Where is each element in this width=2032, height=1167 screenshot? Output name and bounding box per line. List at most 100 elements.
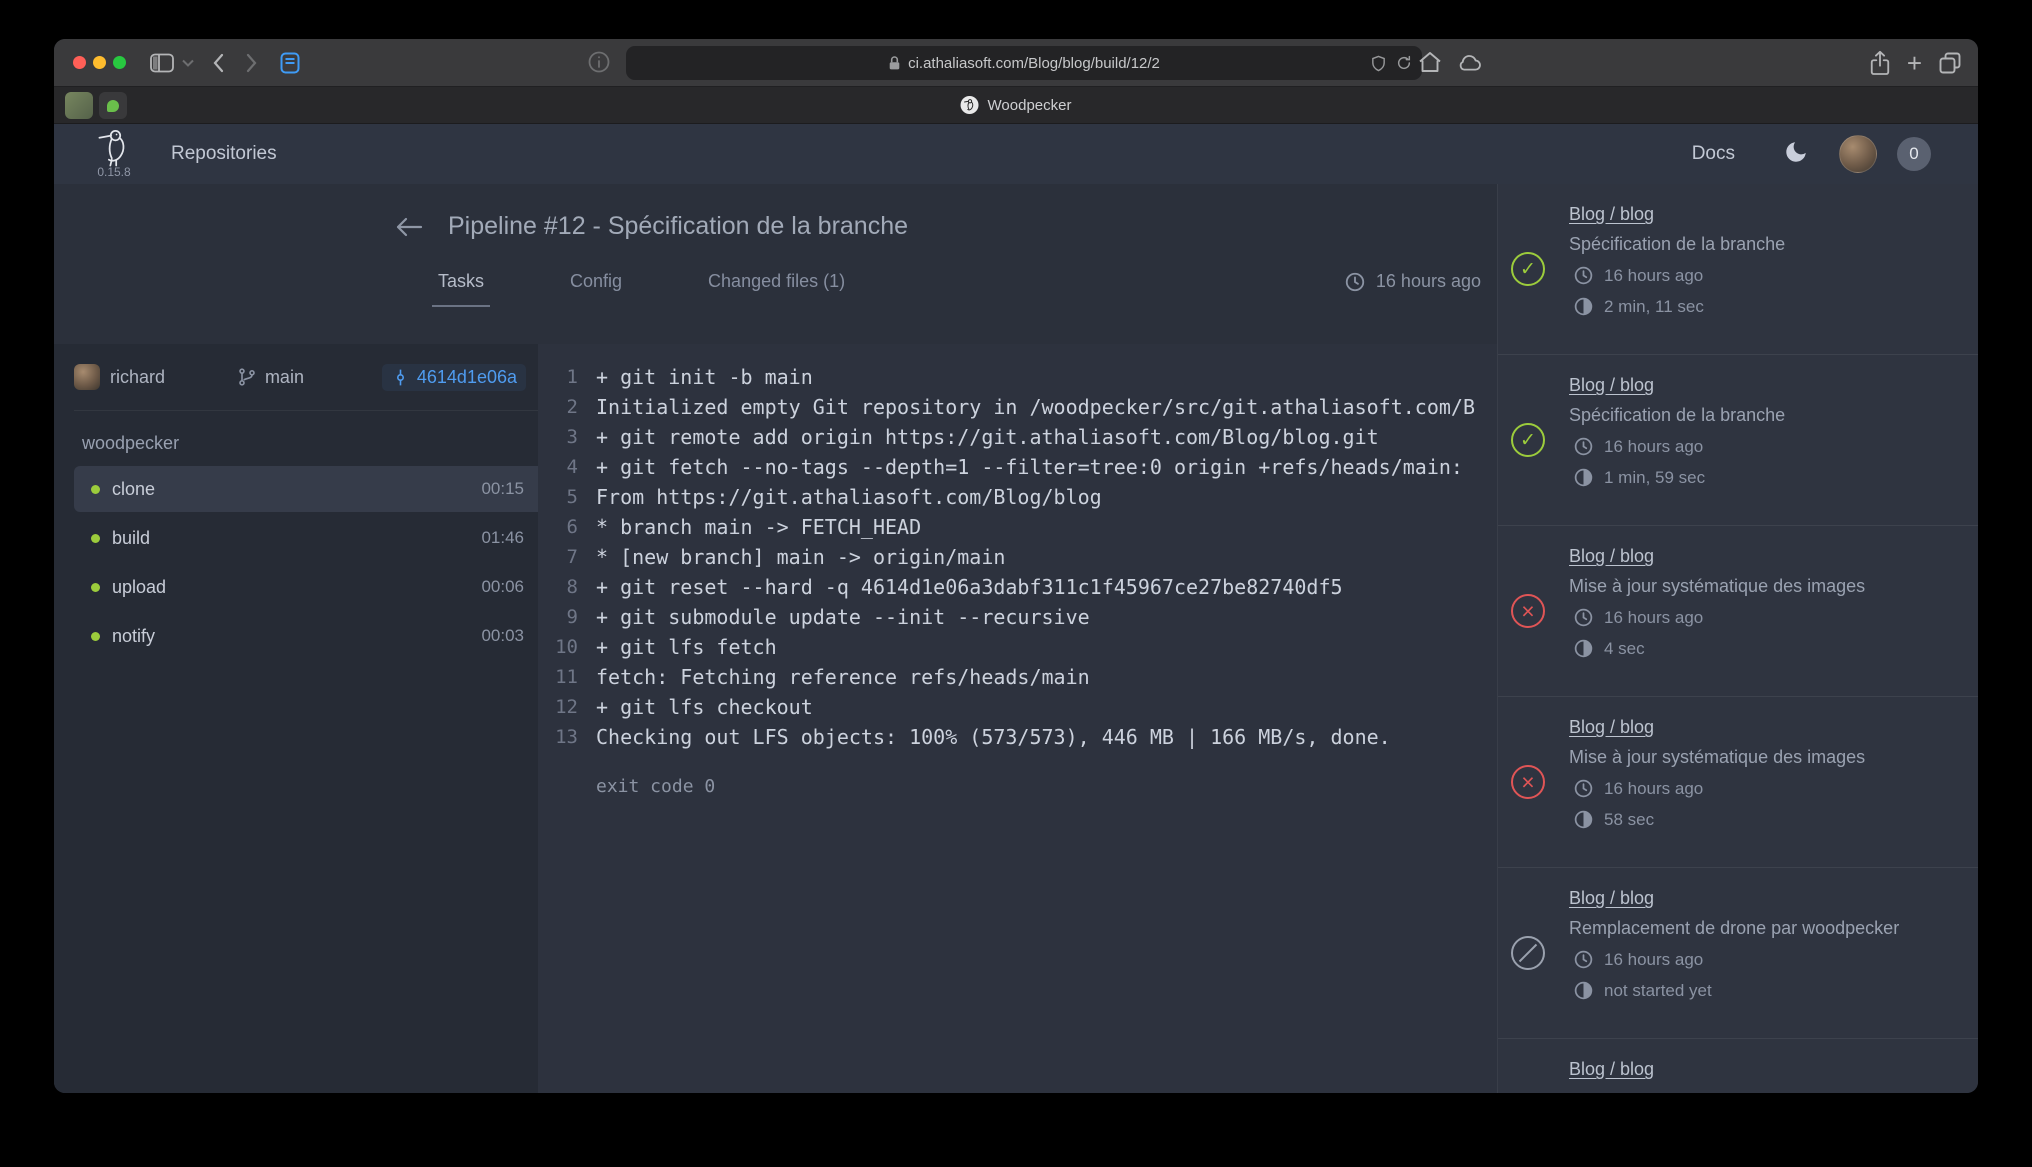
woodpecker-logo[interactable]: 0.15.8 [97,129,131,179]
pinned-tab-1[interactable] [65,92,93,119]
build-duration-row: 1 min, 59 sec [1569,467,1962,488]
build-repo-link[interactable]: Blog / blog [1569,717,1654,738]
pipeline-tab[interactable]: Config [570,271,622,292]
pipeline-finished-time: 16 hours ago [1344,271,1481,293]
active-tab[interactable]: Woodpecker [961,87,1072,123]
console-line-text: + git lfs checkout [578,692,813,722]
nav-docs[interactable]: Docs [1692,143,1735,165]
console-line: 9 + git submodule update --init --recurs… [538,602,1497,632]
pipeline-main: Pipeline #12 - Spécification de la branc… [54,184,1497,1093]
chevron-down-icon[interactable] [182,59,194,67]
step-status-dot [91,534,100,543]
pipeline-tab[interactable]: Changed files (1) [708,271,845,292]
build-status-icon [1511,936,1545,970]
build-repo-link[interactable]: Blog / blog [1569,204,1654,225]
console-line-text: + git init -b main [578,362,813,392]
build-repo-link[interactable]: Blog / blog [1569,1059,1654,1080]
sidebar-toggle-icon[interactable] [150,53,174,73]
build-list-item[interactable]: Blog / blog Spécification de la branche … [1498,184,1978,355]
build-list-item[interactable]: Blog / blog Spécification de la branche … [1498,355,1978,526]
close-button[interactable] [73,56,86,69]
console-line: 8 + git reset --hard -q 4614d1e06a3dabf3… [538,572,1497,602]
build-duration: 1 min, 59 sec [1604,468,1705,488]
tab-title: Woodpecker [988,97,1072,114]
new-tab-icon[interactable]: + [1907,50,1922,76]
build-duration: 4 sec [1604,639,1645,659]
nav-repositories[interactable]: Repositories [171,143,277,165]
pipeline-title: Pipeline #12 - Spécification de la branc… [448,212,908,241]
build-message: Spécification de la branche [1569,405,1962,426]
app-header: 0.15.8 Repositories Docs 0 [54,124,1978,184]
minimize-button[interactable] [93,56,106,69]
back-arrow-icon[interactable] [394,215,424,239]
pipeline-header: Pipeline #12 - Spécification de la branc… [54,184,1497,344]
pipeline-step[interactable]: build 01:46 [74,515,538,561]
user-avatar[interactable] [1839,135,1877,173]
build-list-item[interactable]: Blog / blog Remplacement de drone par wo… [1498,868,1978,1039]
console-line-text: + git submodule update --init --recursiv… [578,602,1090,632]
build-time-ago: 16 hours ago [1604,608,1703,628]
build-repo-link[interactable]: Blog / blog [1569,375,1654,396]
address-bar[interactable]: ci.athaliasoft.com/Blog/blog/build/12/2 [626,46,1422,80]
build-duration: 2 min, 11 sec [1604,297,1704,317]
console-line-text: From https://git.athaliasoft.com/Blog/bl… [578,482,1102,512]
forward-button[interactable] [246,53,258,73]
step-name: build [112,528,481,549]
author-avatar [74,364,100,390]
start-page-icon[interactable] [280,52,300,74]
pipeline-step[interactable]: upload 00:06 [74,564,538,610]
woodpecker-favicon [961,96,979,114]
recent-builds-list: Blog / blog Spécification de la branche … [1498,184,1978,1093]
step-list: clone 00:15 build 01:46 upload 00:06 not… [74,466,538,659]
console-line: 1 + git init -b main [538,362,1497,392]
build-time-row: 16 hours ago [1569,436,1962,457]
home-icon[interactable] [1418,51,1442,73]
share-icon[interactable] [1869,50,1891,76]
console-line-number: 12 [538,692,578,722]
privacy-shield-icon[interactable] [1371,55,1386,72]
build-repo-link[interactable]: Blog / blog [1569,546,1654,567]
build-duration-row: 58 sec [1569,809,1962,830]
reload-icon[interactable] [1396,55,1412,71]
build-time-ago: 16 hours ago [1604,950,1703,970]
commit-hash[interactable]: 4614d1e06a [382,364,526,391]
console-line-number: 13 [538,722,578,752]
notification-badge[interactable]: 0 [1897,137,1931,171]
duration-icon [1573,980,1594,1001]
commit-branch: main [237,367,382,388]
build-status-icon [1511,594,1545,628]
workflow-group-label: woodpecker [82,433,538,454]
build-list-item[interactable]: Blog / blog Mise à jour systématique des… [1498,697,1978,868]
console-line: 13 Checking out LFS objects: 100% (573/5… [538,722,1497,752]
console-line-text: + git remote add origin https://git.atha… [578,422,1379,452]
build-message: Spécification de la branche [1569,234,1962,255]
pinned-tab-favicon [107,100,119,112]
commit-author: richard [74,364,237,390]
build-repo-link[interactable]: Blog / blog [1569,888,1654,909]
pipeline-step[interactable]: clone 00:15 [74,466,538,512]
browser-window: ci.athaliasoft.com/Blog/blog/build/12/2 [54,39,1978,1093]
tab-overview-icon[interactable] [1938,51,1962,75]
console-line-text: Initialized empty Git repository in /woo… [578,392,1475,422]
zoom-button[interactable] [113,56,126,69]
dark-mode-toggle-icon[interactable] [1783,139,1809,170]
console-line-number: 9 [538,602,578,632]
build-list-item[interactable]: Blog / blog [1498,1039,1978,1093]
clock-icon [1344,271,1366,293]
cloud-icon[interactable] [1456,53,1484,72]
back-button[interactable] [212,53,224,73]
pinned-tab-2[interactable] [99,92,127,119]
console-line-text: * [new branch] main -> origin/main [578,542,1005,572]
step-name: upload [112,577,481,598]
console-line-text: + git reset --hard -q 4614d1e06a3dabf311… [578,572,1343,602]
clock-icon [1573,949,1594,970]
console-output: 1 + git init -b main 2 Initialized empty… [538,362,1497,752]
console-line-number: 6 [538,512,578,542]
step-status-dot [91,632,100,641]
console-panel: 1 + git init -b main 2 Initialized empty… [538,344,1497,1093]
pipeline-step[interactable]: notify 00:03 [74,613,538,659]
page-info-icon[interactable] [588,51,610,73]
build-list-item[interactable]: Blog / blog Mise à jour systématique des… [1498,526,1978,697]
pipeline-tab[interactable]: Tasks [438,271,484,292]
console-line-number: 11 [538,662,578,692]
